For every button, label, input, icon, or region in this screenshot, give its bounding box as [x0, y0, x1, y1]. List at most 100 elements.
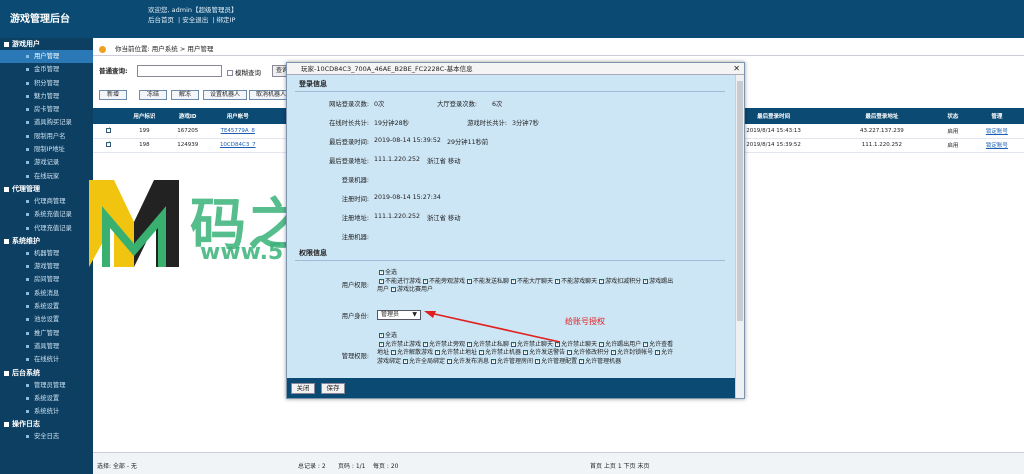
- permission-checkbox[interactable]: 不能游戏聊天: [553, 277, 597, 285]
- permission-checkbox[interactable]: 允许解散游戏: [389, 348, 433, 357]
- sidebar-item[interactable]: 在线统计: [0, 353, 93, 366]
- column-header[interactable]: 状态: [935, 108, 970, 124]
- close-icon[interactable]: ✕: [733, 63, 740, 75]
- column-header[interactable]: 用户标识: [122, 108, 167, 124]
- permission-checkbox[interactable]: 允许发送警告: [521, 348, 565, 357]
- permission-checkbox[interactable]: 允许管理房间: [489, 357, 533, 365]
- sidebar-item[interactable]: 系统设置: [0, 300, 93, 313]
- freeze-button[interactable]: 冻结: [139, 90, 167, 100]
- permission-checkbox[interactable]: 允许踢出用户: [597, 340, 641, 348]
- sidebar-item[interactable]: 池总设置: [0, 313, 93, 326]
- hall-logins-label: 大厅登录次数:: [437, 101, 477, 108]
- permission-checkbox[interactable]: 允许禁止游戏: [377, 340, 421, 348]
- fuzzy-checkbox[interactable]: 模糊查询: [227, 67, 261, 77]
- permission-checkbox[interactable]: 不能旁观游戏: [421, 277, 466, 285]
- sidebar-item[interactable]: 道具购买记录: [0, 116, 93, 129]
- sidebar-item[interactable]: 安全日志: [0, 430, 93, 443]
- sidebar-section[interactable]: 代理管理: [0, 183, 93, 195]
- app-title: 游戏管理后台: [10, 14, 70, 25]
- row-checkbox[interactable]: [105, 140, 111, 147]
- sidebar-item[interactable]: 用户管理: [0, 50, 93, 64]
- unfreeze-button[interactable]: 解冻: [171, 90, 199, 100]
- add-button[interactable]: 新增: [99, 90, 127, 100]
- permission-checkbox[interactable]: 允许禁止地址: [433, 348, 477, 357]
- permission-checkbox[interactable]: 允许修改积分: [565, 348, 609, 357]
- permission-label: 游戏扣减积分: [605, 277, 642, 285]
- set-robot-button[interactable]: 设置机器人: [203, 90, 247, 100]
- lock-account-link[interactable]: 锁定账号: [986, 129, 1008, 135]
- permission-checkbox[interactable]: 全选: [377, 331, 398, 340]
- permission-checkbox[interactable]: 允许禁止机器: [477, 348, 521, 357]
- reg-addr-label: 注册地址:: [341, 215, 369, 222]
- permission-checkbox[interactable]: 允许发布消息: [445, 357, 489, 365]
- column-header[interactable]: [93, 108, 123, 124]
- bind-ip-link[interactable]: 绑定IP: [217, 16, 236, 24]
- sidebar-item[interactable]: 房卡管理: [0, 103, 93, 116]
- dialog-scrollbar[interactable]: [735, 75, 744, 398]
- user-permissions: 全选不能进行游戏不能旁观游戏不能发送私聊不能大厅聊天不能游戏聊天游戏扣减积分游戏…: [377, 268, 677, 295]
- select-options[interactable]: 选择: 全部 - 无: [97, 461, 137, 470]
- permission-checkbox[interactable]: 允许封锁帐号: [609, 348, 653, 357]
- column-header[interactable]: 管理: [969, 108, 1024, 124]
- page-nav-links[interactable]: 首页 上页 1 下页 末页: [590, 461, 649, 470]
- permission-checkbox[interactable]: 不能发送私聊: [465, 277, 509, 285]
- sidebar-section[interactable]: 系统维护: [0, 235, 93, 247]
- search-input[interactable]: [137, 65, 222, 77]
- role-label: 用户身份:: [341, 313, 369, 320]
- permission-checkbox[interactable]: 不能进行游戏: [377, 277, 421, 285]
- sidebar-item[interactable]: 管理员管理: [0, 379, 93, 392]
- permission-checkbox[interactable]: 允许管理机器: [577, 357, 621, 365]
- permission-checkbox[interactable]: 允许全局绑定: [401, 357, 445, 365]
- sidebar-item[interactable]: 系统充值记录: [0, 208, 93, 221]
- checkbox-icon: [611, 348, 616, 357]
- table-cell: 锁定账号: [969, 138, 1024, 153]
- game-time-value: 3分钟7秒: [512, 120, 539, 127]
- sidebar-item[interactable]: 游戏管理: [0, 260, 93, 273]
- sidebar-item[interactable]: 系统统计: [0, 405, 93, 418]
- permission-checkbox[interactable]: 游戏比赛用户: [389, 285, 433, 294]
- sidebar-item[interactable]: 魅力管理: [0, 90, 93, 103]
- sidebar-item[interactable]: 代理充值记录: [0, 222, 93, 235]
- sidebar-item[interactable]: 代理商管理: [0, 195, 93, 208]
- sidebar-item[interactable]: 房间管理: [0, 273, 93, 286]
- sidebar-item[interactable]: 系统消息: [0, 287, 93, 300]
- role-value: 管理员: [381, 311, 400, 318]
- table-cell[interactable]: [93, 138, 123, 153]
- sidebar-item[interactable]: 限制IP地址: [0, 143, 93, 156]
- sidebar-item[interactable]: 推广管理: [0, 327, 93, 340]
- permission-label: 全选: [385, 332, 398, 339]
- sidebar-item[interactable]: 积分管理: [0, 77, 93, 90]
- role-select[interactable]: 管理员 ▼: [377, 310, 421, 320]
- sidebar-item[interactable]: 道具管理: [0, 340, 93, 353]
- login-info-title: 登录信息: [299, 80, 327, 88]
- column-header[interactable]: 最后登录地址: [827, 108, 936, 124]
- user-account-link[interactable]: TE45779A_8: [221, 128, 255, 134]
- sidebar-item[interactable]: 限制用户名: [0, 130, 93, 143]
- sidebar-section[interactable]: 游戏用户: [0, 38, 93, 50]
- sidebar-item[interactable]: 在线玩家: [0, 170, 93, 183]
- close-button[interactable]: 关闭: [291, 383, 315, 394]
- save-button[interactable]: 保存: [321, 383, 345, 394]
- user-account-link[interactable]: 10CD84C3_7: [220, 142, 256, 148]
- sidebar-item[interactable]: 游戏记录: [0, 156, 93, 169]
- lock-account-link[interactable]: 锁定账号: [986, 143, 1008, 149]
- permission-checkbox[interactable]: 允许管理配置: [533, 357, 577, 365]
- home-link[interactable]: 后台首页: [148, 16, 174, 24]
- permission-checkbox[interactable]: 全选: [377, 268, 397, 277]
- permission-label: 不能旁观游戏: [429, 277, 466, 285]
- scroll-thumb[interactable]: [737, 81, 743, 321]
- dialog-title: 玩家-10CD84C3_700A_46AE_B2BE_FC2228C-基本信息: [301, 65, 473, 73]
- row-checkbox[interactable]: [105, 126, 111, 133]
- sidebar-item[interactable]: 系统设置: [0, 392, 93, 405]
- sidebar-section[interactable]: 操作日志: [0, 418, 93, 430]
- permission-checkbox[interactable]: 不能大厅聊天: [509, 277, 553, 285]
- location-icon: [99, 46, 106, 53]
- table-cell[interactable]: [93, 124, 123, 139]
- permission-checkbox[interactable]: 游戏扣减积分: [597, 277, 642, 285]
- column-header[interactable]: 用户帐号: [209, 108, 267, 124]
- logout-link[interactable]: 安全退出: [182, 16, 208, 24]
- sidebar-section[interactable]: 后台系统: [0, 367, 93, 379]
- sidebar-item[interactable]: 金币管理: [0, 63, 93, 76]
- column-header[interactable]: 游戏ID: [166, 108, 210, 124]
- sidebar-item[interactable]: 机器管理: [0, 247, 93, 260]
